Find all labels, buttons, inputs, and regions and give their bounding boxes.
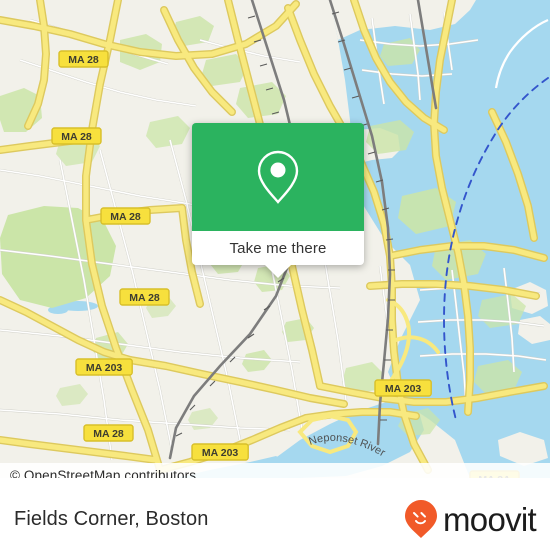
take-me-there-popup[interactable]: Take me there	[192, 123, 364, 278]
route-shield-label: MA 28	[68, 54, 99, 66]
route-shield: MA 203	[374, 379, 432, 397]
take-me-there-label: Take me there	[229, 239, 327, 257]
route-shield-label: MA 28	[110, 211, 141, 223]
route-shield: MA 28	[51, 127, 102, 145]
popup-pointer-tail	[265, 265, 291, 278]
route-shield-label: MA 28	[129, 292, 160, 304]
route-shield-label: MA 203	[385, 383, 422, 395]
route-shield: MA 28	[119, 288, 170, 306]
moovit-pin-icon	[405, 500, 437, 538]
route-shield-label: MA 203	[86, 362, 123, 374]
popup-pin-panel	[192, 123, 364, 231]
route-shield-label: MA 28	[93, 428, 124, 440]
location-pin-icon	[257, 150, 299, 204]
moovit-map-screen: Neponset River MA 28 MA 28 MA 28 MA 28 MA 20…	[0, 0, 550, 550]
moovit-logo[interactable]: moovit	[404, 499, 537, 539]
route-shield: MA 203	[75, 358, 133, 376]
footer-bar: Fields Corner, Boston moovit	[0, 488, 550, 550]
route-shield: MA 203	[191, 443, 249, 461]
route-shield: MA 28	[58, 50, 109, 68]
moovit-wordmark: moovit	[443, 500, 537, 538]
popup-action-bar[interactable]: Take me there	[192, 231, 364, 265]
route-shield-label: MA 203	[202, 447, 239, 459]
route-shield: MA 28	[83, 424, 134, 442]
osm-attribution[interactable]: © OpenStreetMap contributors	[0, 463, 550, 478]
page-title: Fields Corner, Boston	[14, 507, 209, 530]
route-shield: MA 28	[100, 207, 151, 225]
route-shield-label: MA 28	[61, 131, 92, 143]
